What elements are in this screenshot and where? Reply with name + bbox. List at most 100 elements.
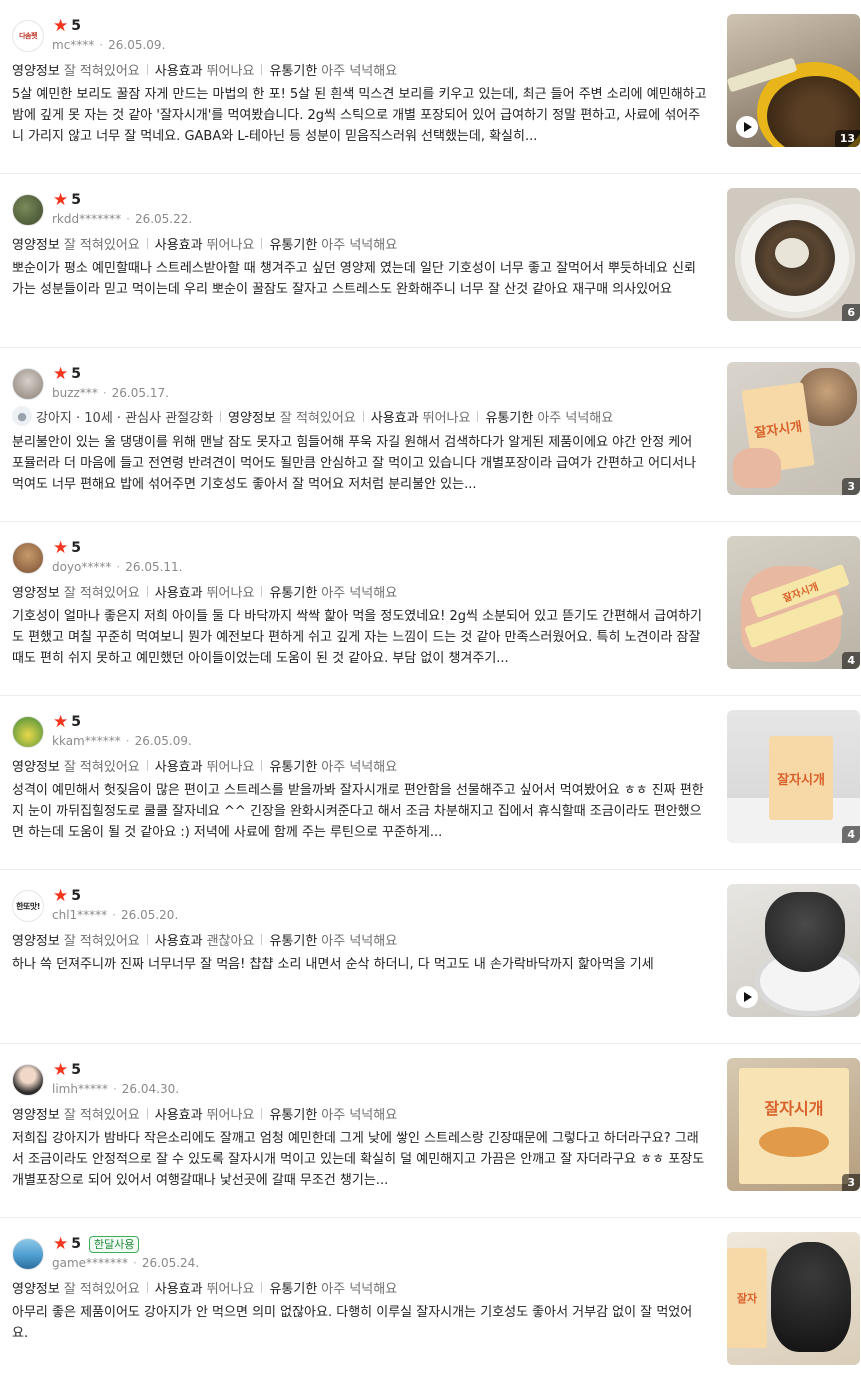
review-photo[interactable]: 13	[727, 14, 860, 147]
review-text[interactable]: 성격이 예민해서 헛짖음이 많은 편이고 스트레스를 받을까봐 잘자시개로 편안…	[12, 780, 707, 843]
review-item: ★ 5 rkdd******* · 26.05.22. 영양정보 잘 적혀있어요 사용…	[0, 174, 861, 348]
review-text[interactable]: 뽀순이가 평소 예민할때나 스트레스받아할 때 챙겨주고 싶던 영양제 였는데 …	[12, 258, 707, 300]
avatar[interactable]	[12, 368, 44, 400]
reviewer-id: rkdd*******	[52, 212, 122, 226]
review-photo[interactable]: 잘자	[727, 1232, 860, 1365]
avatar[interactable]	[12, 716, 44, 748]
tag-value: 잘 적혀있어요	[63, 1282, 140, 1297]
star-icon: ★	[53, 364, 69, 384]
star-icon: ★	[53, 538, 69, 558]
usage-badge: 한달사용	[89, 1235, 140, 1253]
tag-value: 뛰어나요	[206, 64, 255, 79]
rating-score: 5	[71, 366, 81, 382]
photo-count: 4	[842, 826, 860, 843]
review-item: ★ 5 buzz*** · 26.05.17. ● 강아지 · 10세 · 관심사 …	[0, 348, 861, 522]
rating-score: 5	[71, 714, 81, 730]
rating-score: 5	[71, 18, 81, 34]
avatar-logo-text: 다솜펫	[19, 32, 37, 40]
tag-label: 유통기한	[269, 934, 318, 949]
tag-value: 뛰어나요	[206, 238, 255, 253]
review-item: ★ 5 limh***** · 26.04.30. 영양정보 잘 적혀있어요 사용효과…	[0, 1044, 861, 1218]
review-text[interactable]: 저희집 강아지가 밤바다 작은소리에도 잘깨고 엄청 예민한데 그게 낮에 쌓인…	[12, 1128, 707, 1191]
review-photo[interactable]: 잘자시개 4	[727, 536, 860, 669]
review-tags: 영양정보 잘 적혀있어요 사용효과 뛰어나요 유통기한 아주 넉넉해요	[12, 1278, 397, 1297]
dog-shape	[771, 1242, 851, 1352]
product-box: 잘자	[727, 1248, 767, 1348]
star-icon: ★	[53, 1060, 69, 1080]
review-meta: chl1***** · 26.05.20.	[52, 908, 179, 922]
photo-count: 6	[842, 304, 860, 321]
review-photo[interactable]	[727, 884, 860, 1017]
avatar[interactable]	[12, 1238, 44, 1270]
review-photo[interactable]: 잘자시개 3	[727, 362, 860, 495]
tag-label: 유통기한	[485, 410, 534, 426]
review-text[interactable]: 기호성이 얼마나 좋은지 저희 아이들 둘 다 바닥까지 싹싹 핥아 먹을 정도…	[12, 606, 707, 669]
rating: ★ 5	[53, 538, 81, 558]
tag-label: 사용효과	[154, 1282, 203, 1297]
rating: ★ 5	[53, 364, 81, 384]
star-icon: ★	[53, 886, 69, 906]
reviewer-id: doyo*****	[52, 560, 112, 574]
rating-score: 5	[71, 192, 81, 208]
play-icon[interactable]	[736, 116, 758, 138]
review-meta: kkam****** · 26.05.09.	[52, 734, 192, 748]
review-item: 한또맛! ★ 5 chl1***** · 26.05.20. 영양정보 잘 적혀있어요…	[0, 870, 861, 1044]
pet-info: ● 강아지 · 10세 · 관심사 관절강화 영양정보 잘 적혀있어요 사용효과 뛰…	[12, 406, 613, 426]
play-icon[interactable]	[736, 986, 758, 1008]
review-text[interactable]: 아무리 좋은 제품이어도 강아지가 안 먹으면 의미 없잖아요. 다행히 이루실…	[12, 1302, 707, 1344]
photo-count: 4	[842, 652, 860, 669]
review-tags: 영양정보 잘 적혀있어요 사용효과 뛰어나요 유통기한 아주 넉넉해요	[12, 60, 397, 79]
dog-shape	[765, 892, 845, 972]
review-tags: 영양정보 잘 적혀있어요 사용효과 뛰어나요 유통기한 아주 넉넉해요	[12, 582, 397, 601]
rating-score: 5	[71, 540, 81, 556]
rating: ★ 5	[53, 1060, 81, 1080]
tag-label: 영양정보	[12, 238, 60, 253]
reviewer-id: game*******	[52, 1256, 129, 1270]
tag-value: 잘 적혀있어요	[63, 1108, 140, 1123]
avatar[interactable]	[12, 194, 44, 226]
product-label: 잘자	[736, 1292, 758, 1305]
tag-label: 유통기한	[269, 586, 318, 601]
product-label: 잘자시개	[764, 1099, 824, 1118]
hand-shape	[733, 448, 781, 488]
tag-label: 영양정보	[12, 760, 60, 775]
review-text[interactable]: 분리불안이 있는 울 댕댕이를 위해 맨날 잠도 못자고 힘들어해 푸욱 자길 …	[12, 432, 707, 495]
tag-value: 뛰어나요	[206, 1282, 255, 1297]
tag-label: 영양정보	[12, 934, 60, 949]
review-photo[interactable]: 잘자시개 4	[727, 710, 860, 843]
rating: ★ 5	[53, 712, 81, 732]
review-text[interactable]: 5살 예민한 보리도 꿀잠 자게 만드는 마법의 한 포! 5살 된 흰색 믹스…	[12, 84, 707, 147]
avatar[interactable]: 한또맛!	[12, 890, 44, 922]
reviewer-id: mc****	[52, 38, 95, 52]
tag-label: 유통기한	[269, 760, 318, 775]
rating: ★ 5	[53, 16, 81, 36]
rating: ★ 5 한달사용	[53, 1234, 140, 1254]
avatar[interactable]	[12, 1064, 44, 1096]
avatar[interactable]	[12, 542, 44, 574]
photo-count: 3	[842, 1174, 860, 1191]
review-photo[interactable]: 잘자시개 3	[727, 1058, 860, 1191]
reviewer-id: buzz***	[52, 386, 98, 400]
tag-value: 아주 넉넉해요	[321, 760, 398, 775]
mascot-shape	[759, 1127, 829, 1157]
tag-value: 뛰어나요	[206, 586, 255, 601]
review-meta: doyo***** · 26.05.11.	[52, 560, 183, 574]
reviewer-id: limh*****	[52, 1082, 108, 1096]
tag-value: 잘 적혀있어요	[63, 934, 140, 949]
tag-value: 아주 넉넉해요	[321, 64, 398, 79]
tag-value: 아주 넉넉해요	[321, 934, 398, 949]
rating-score: 5	[71, 1236, 81, 1252]
pet-info-text: 강아지 · 10세 · 관심사 관절강화	[36, 410, 214, 426]
rating-score: 5	[71, 888, 81, 904]
avatar[interactable]: 다솜펫	[12, 20, 44, 52]
star-icon: ★	[53, 190, 69, 210]
review-meta: game******* · 26.05.24.	[52, 1256, 200, 1270]
tag-value: 잘 적혀있어요	[279, 410, 356, 426]
review-photo[interactable]: 6	[727, 188, 860, 321]
tag-label: 유통기한	[269, 238, 318, 253]
pet-profile-icon: ●	[12, 406, 32, 426]
review-text[interactable]: 하나 쓱 던져주니까 진짜 너무너무 잘 먹음! 챱챱 소리 내면서 순삭 하더…	[12, 954, 707, 975]
avatar-logo-text: 한또맛!	[16, 901, 40, 911]
tag-label: 영양정보	[12, 1282, 60, 1297]
tag-value: 괜찮아요	[206, 934, 255, 949]
